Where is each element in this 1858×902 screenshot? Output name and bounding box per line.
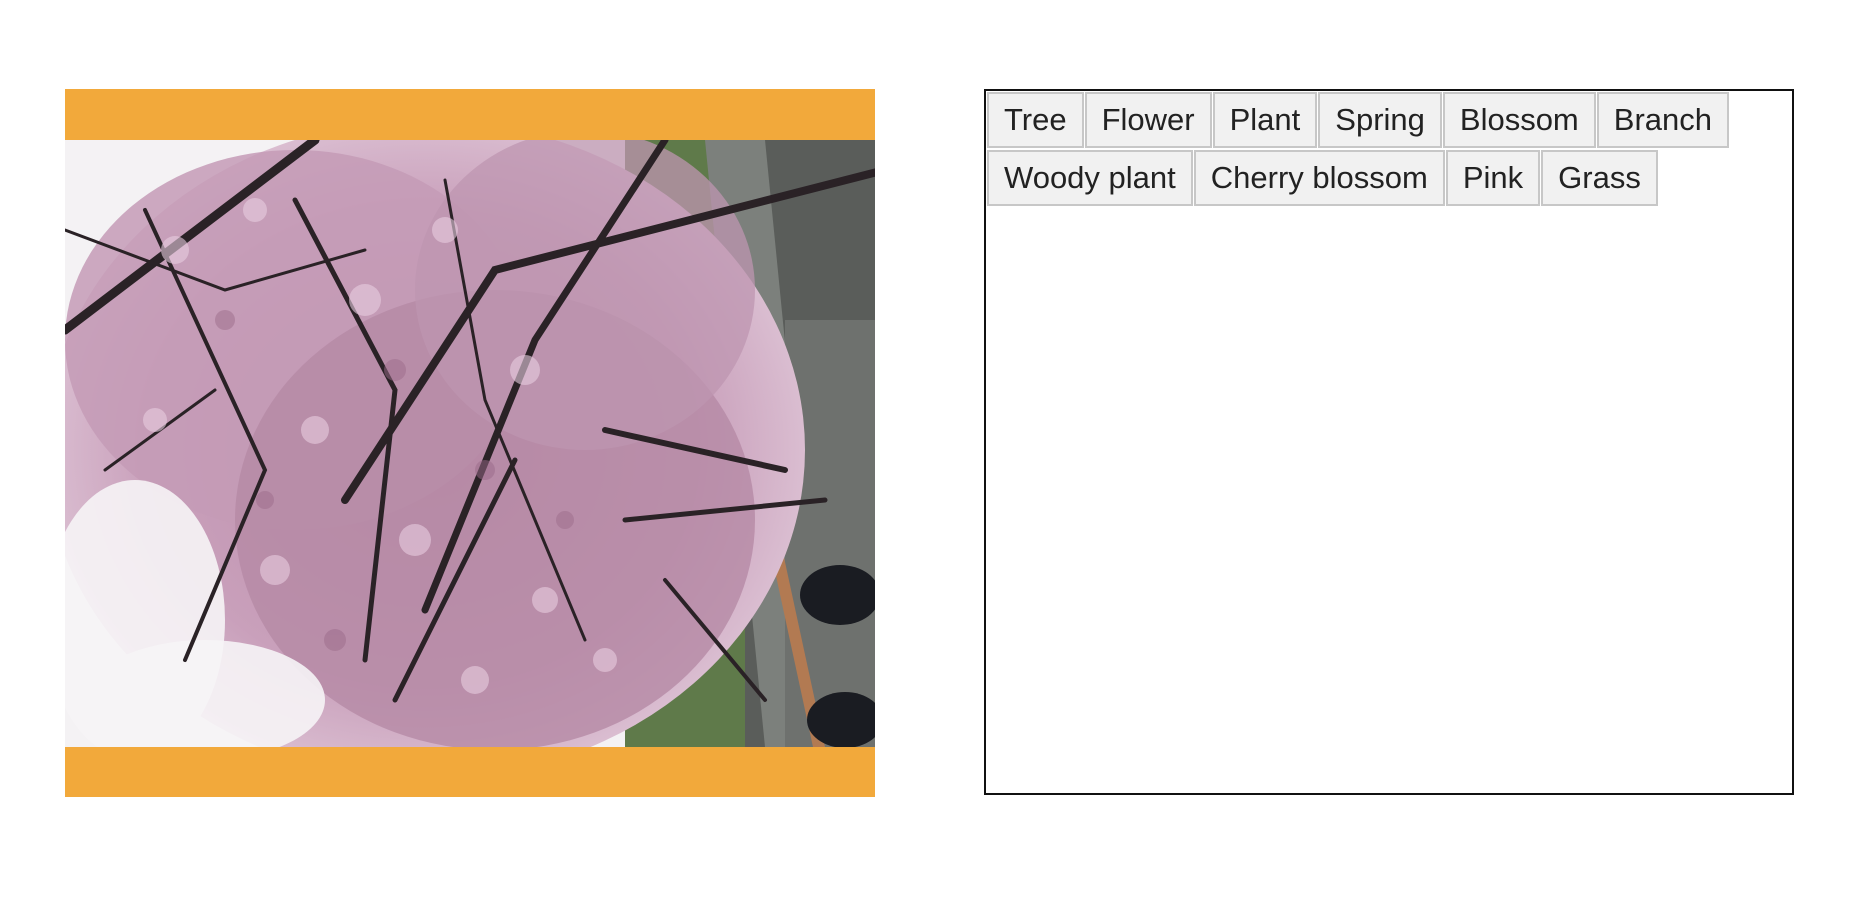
label-chip-spring[interactable]: Spring	[1318, 92, 1442, 148]
label-chip-tree[interactable]: Tree	[987, 92, 1084, 148]
label-chip-woody-plant[interactable]: Woody plant	[987, 150, 1193, 206]
label-chip-cherry-blossom[interactable]: Cherry blossom	[1193, 150, 1445, 206]
label-chip-list: Tree Flower Plant Spring Blossom Branch …	[987, 92, 1747, 208]
labels-panel: Tree Flower Plant Spring Blossom Branch …	[984, 89, 1794, 795]
labeling-view: Tree Flower Plant Spring Blossom Branch …	[0, 0, 1858, 902]
cherry-blossom-photo	[65, 140, 875, 747]
label-chip-branch[interactable]: Branch	[1596, 92, 1729, 148]
label-chip-blossom[interactable]: Blossom	[1442, 92, 1596, 148]
image-panel	[65, 89, 875, 797]
label-chip-pink[interactable]: Pink	[1445, 150, 1541, 206]
label-chip-grass[interactable]: Grass	[1541, 150, 1658, 206]
label-chip-plant[interactable]: Plant	[1212, 92, 1318, 148]
label-chip-flower[interactable]: Flower	[1084, 92, 1212, 148]
